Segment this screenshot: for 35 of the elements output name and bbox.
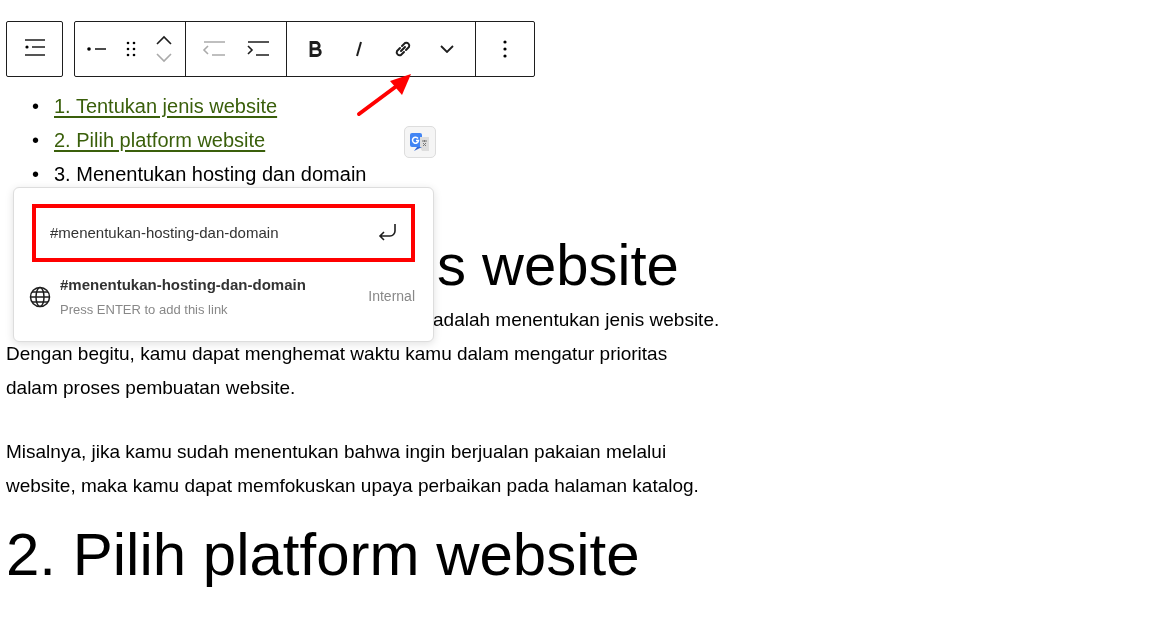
suggestion-title: #menentukan-hosting-dan-domain (60, 275, 307, 295)
bullet: • (32, 128, 40, 153)
link-suggestion[interactable]: #menentukan-hosting-dan-domain Press ENTER to add this link Internal (28, 274, 415, 319)
vertical-dots-icon (503, 40, 507, 58)
list-item: 3. Menentukan hosting dan domain (54, 162, 367, 187)
url-field[interactable]: #menentukan-hosting-dan-domain (32, 204, 415, 262)
outdent-icon (202, 41, 226, 57)
list-item-icon (87, 46, 107, 52)
globe-icon (28, 284, 52, 309)
heading: 2. Pilih platform website (6, 520, 641, 590)
list-link[interactable]: 2. Pilih platform website (54, 123, 266, 157)
chevron-down-icon (440, 45, 454, 53)
list-icon (23, 39, 46, 59)
paragraph-line: website, maka kamu dapat memfokuskan upaya perbaikan pada halaman katalog. (6, 475, 699, 496)
bold-icon (308, 41, 322, 57)
paragraph-line: adalah menentukan jenis website. (433, 309, 720, 330)
indent-icon (246, 41, 270, 57)
translate-icon[interactable] (404, 126, 436, 158)
suggestion-hint: Press ENTER to add this link (60, 300, 229, 319)
url-input[interactable]: #menentukan-hosting-dan-domain (50, 221, 377, 245)
heading: s website (437, 231, 679, 299)
paragraph-line: Dengan begitu, kamu dapat menghemat waktu kamu dalam mengatur prioritas (6, 343, 668, 364)
paragraph-line: Misalnya, jika kamu sudah menentukan bahwa ingin berjualan pakaian melalui (6, 441, 667, 462)
drag-icon (126, 41, 136, 57)
block-type-button[interactable] (6, 21, 63, 77)
suggestion-type: Internal (368, 287, 415, 306)
paragraph-line: dalam proses pembuatan website. (6, 377, 296, 398)
italic-icon (355, 41, 363, 57)
bullet: • (32, 162, 40, 187)
list-link[interactable]: 1. Tentukan jenis website (54, 89, 278, 123)
chevron-down-icon (156, 53, 172, 63)
chevron-up-icon (156, 35, 172, 45)
enter-icon (377, 223, 399, 243)
arrow-annotation (356, 71, 414, 117)
bullet: • (32, 94, 40, 119)
